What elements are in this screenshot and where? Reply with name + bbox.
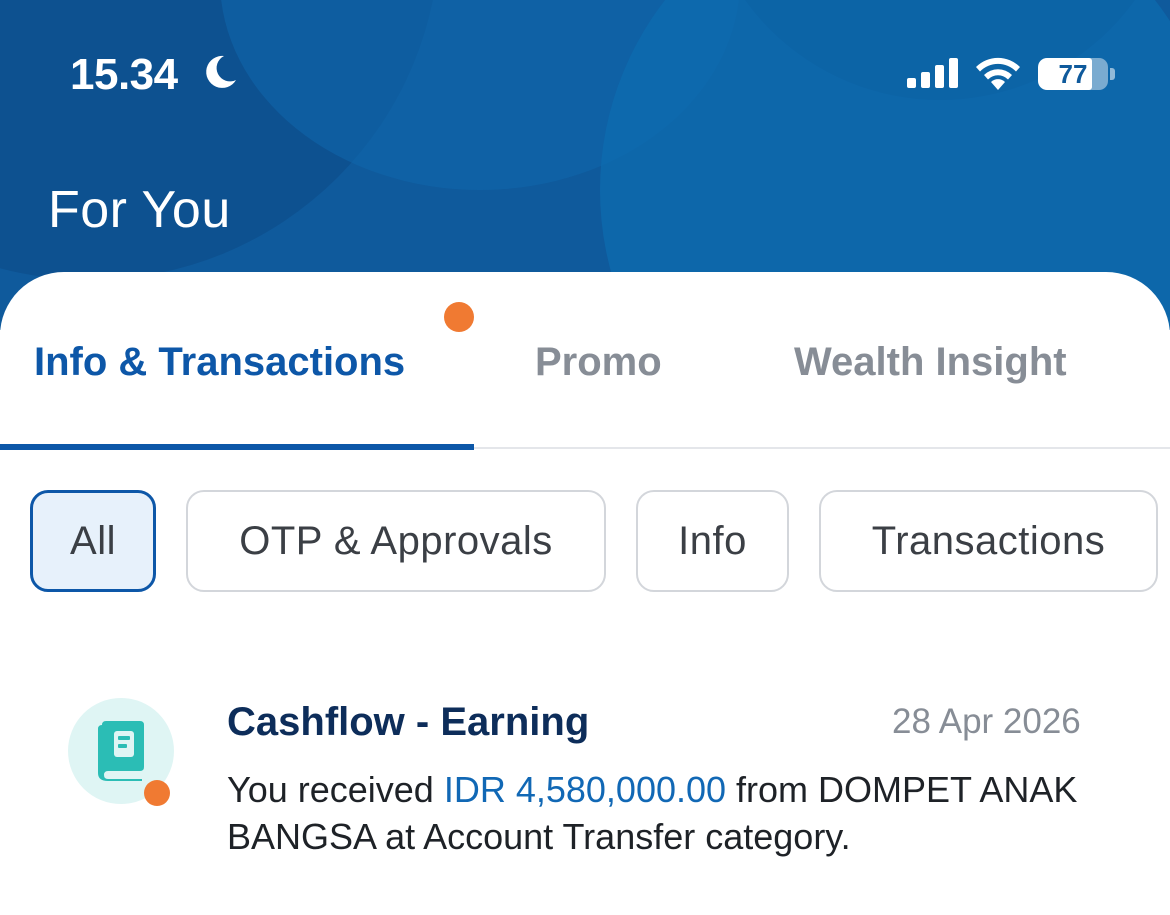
unread-dot [144,780,170,806]
tab-bar: Info & Transactions Promo Wealth Insight [0,272,1170,450]
tab-promo[interactable]: Promo [535,340,662,385]
filter-chip-info[interactable]: Info [636,490,789,592]
active-tab-indicator [0,444,474,450]
wifi-icon [976,57,1020,90]
battery-cap [1110,68,1115,80]
filter-chip-transactions[interactable]: Transactions [819,490,1158,592]
notification-amount: IDR 4,580,000.00 [443,769,727,810]
status-bar: 15.34 77 [0,46,1170,106]
book-icon [98,721,144,781]
signal-icon [907,58,958,88]
filter-chip-all[interactable]: All [30,490,156,592]
content-sheet: Info & Transactions Promo Wealth Insight… [0,272,1170,915]
battery-icon: 77 [1038,58,1116,90]
battery-body: 77 [1038,58,1108,90]
tab-wealth-insight[interactable]: Wealth Insight [794,340,1067,385]
notification-date: 28 Apr 2026 [892,702,1081,741]
notification-body-prefix: You received [227,769,444,810]
page-title: For You [48,181,231,239]
notification-title: Cashflow - Earning [227,700,590,744]
filter-chip-otp-approvals[interactable]: OTP & Approvals [186,490,606,592]
status-time: 15.34 [70,50,178,99]
battery-level: 77 [1058,59,1088,89]
moon-icon [206,55,236,88]
notification-body: You received IDR 4,580,000.00 from DOMPE… [227,766,1127,860]
notification-item[interactable]: Cashflow - Earning 28 Apr 2026 You recei… [0,682,1170,882]
tab-info-transactions[interactable]: Info & Transactions [34,340,405,385]
unread-dot [444,302,474,332]
